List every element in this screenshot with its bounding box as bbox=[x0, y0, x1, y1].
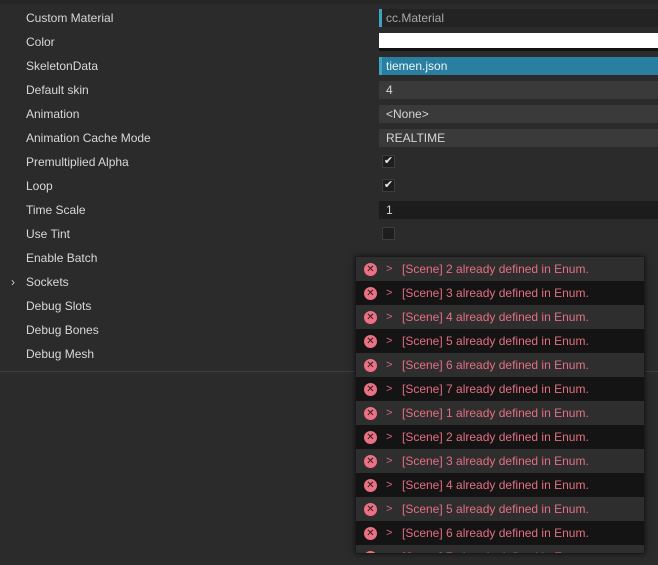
prop-label: Debug Bones bbox=[26, 323, 99, 337]
error-icon: ✕ bbox=[364, 527, 377, 540]
log-message: [Scene] 3 already defined in Enum. bbox=[402, 286, 589, 300]
prop-label: Time Scale bbox=[26, 203, 86, 217]
skeleton-data-asset-field[interactable]: tiemen.json bbox=[379, 57, 658, 75]
prop-premultiplied-alpha: Premultiplied Alpha ✔ bbox=[0, 150, 658, 174]
log-message: [Scene] 7 already defined in Enum. bbox=[402, 382, 589, 396]
console-log-entry[interactable]: ✕ > [Scene] 1 already defined in Enum. bbox=[356, 401, 644, 425]
expand-chevron-icon[interactable]: > bbox=[386, 545, 392, 553]
error-icon: ✕ bbox=[364, 503, 377, 516]
console-log-entry[interactable]: ✕ > [Scene] 7 already defined in Enum. bbox=[356, 545, 644, 553]
console-log-entry[interactable]: ✕ > [Scene] 2 already defined in Enum. bbox=[356, 425, 644, 449]
log-message: [Scene] 5 already defined in Enum. bbox=[402, 502, 589, 516]
console-log-entry[interactable]: ✕ > [Scene] 5 already defined in Enum. bbox=[356, 329, 644, 353]
error-icon: ✕ bbox=[364, 311, 377, 324]
console-log-entry[interactable]: ✕ > [Scene] 5 already defined in Enum. bbox=[356, 497, 644, 521]
error-icon: ✕ bbox=[364, 407, 377, 420]
console-log-list: ✕ > [Scene] 2 already defined in Enum. ✕ > [S… bbox=[356, 257, 644, 553]
prop-animation: Animation <None> bbox=[0, 102, 658, 126]
error-icon: ✕ bbox=[364, 455, 377, 468]
loop-checkbox[interactable]: ✔ bbox=[382, 179, 395, 192]
prop-label: Animation Cache Mode bbox=[26, 131, 151, 145]
animation-select[interactable]: <None> bbox=[379, 105, 658, 123]
error-icon: ✕ bbox=[364, 335, 377, 348]
error-icon: ✕ bbox=[364, 551, 377, 553]
use-tint-checkbox[interactable] bbox=[382, 227, 395, 240]
prop-label: Enable Batch bbox=[26, 251, 98, 265]
expand-chevron-icon[interactable]: > bbox=[386, 401, 392, 425]
prop-animation-cache-mode: Animation Cache Mode REALTIME bbox=[0, 126, 658, 150]
prop-label: Debug Slots bbox=[26, 299, 92, 313]
expand-chevron-icon[interactable]: > bbox=[386, 281, 392, 305]
console-log-entry[interactable]: ✕ > [Scene] 7 already defined in Enum. bbox=[356, 377, 644, 401]
console-log-entry[interactable]: ✕ > [Scene] 3 already defined in Enum. bbox=[356, 281, 644, 305]
prop-label: Use Tint bbox=[26, 227, 71, 241]
time-scale-input[interactable]: 1 bbox=[379, 201, 658, 219]
prop-label: Sockets bbox=[26, 275, 69, 289]
color-picker-field[interactable] bbox=[379, 33, 658, 51]
expand-chevron-icon[interactable]: > bbox=[386, 353, 392, 377]
expand-chevron-icon[interactable]: > bbox=[386, 497, 392, 521]
expand-arrow-icon[interactable]: › bbox=[11, 270, 15, 294]
log-message: [Scene] 2 already defined in Enum. bbox=[402, 262, 589, 276]
prop-default-skin: Default skin 4 bbox=[0, 78, 658, 102]
log-message: [Scene] 7 already defined in Enum. bbox=[402, 545, 589, 553]
prop-skeleton-data: SkeletonData tiemen.json bbox=[0, 54, 658, 78]
console-log-entry[interactable]: ✕ > [Scene] 2 already defined in Enum. bbox=[356, 257, 644, 281]
prop-label: Color bbox=[26, 35, 55, 49]
error-icon: ✕ bbox=[364, 383, 377, 396]
expand-chevron-icon[interactable]: > bbox=[386, 449, 392, 473]
prop-time-scale: Time Scale 1 bbox=[0, 198, 658, 222]
prop-label: Default skin bbox=[26, 83, 89, 97]
log-message: [Scene] 4 already defined in Enum. bbox=[402, 478, 589, 492]
error-icon: ✕ bbox=[364, 431, 377, 444]
expand-chevron-icon[interactable]: > bbox=[386, 305, 392, 329]
log-message: [Scene] 6 already defined in Enum. bbox=[402, 526, 589, 540]
expand-chevron-icon[interactable]: > bbox=[386, 425, 392, 449]
prop-label: Debug Mesh bbox=[26, 347, 95, 361]
custom-material-asset-field[interactable]: cc.Material bbox=[379, 9, 658, 27]
expand-chevron-icon[interactable]: > bbox=[386, 329, 392, 353]
expand-chevron-icon[interactable]: > bbox=[386, 257, 392, 281]
log-message: [Scene] 6 already defined in Enum. bbox=[402, 358, 589, 372]
top-border bbox=[0, 0, 658, 4]
premultiplied-alpha-checkbox[interactable]: ✔ bbox=[382, 155, 395, 168]
error-icon: ✕ bbox=[364, 287, 377, 300]
console-log-entry[interactable]: ✕ > [Scene] 6 already defined in Enum. bbox=[356, 521, 644, 545]
log-message: [Scene] 3 already defined in Enum. bbox=[402, 454, 589, 468]
console-log-entry[interactable]: ✕ > [Scene] 6 already defined in Enum. bbox=[356, 353, 644, 377]
log-message: [Scene] 5 already defined in Enum. bbox=[402, 334, 589, 348]
console-error-popup[interactable]: ✕ > [Scene] 2 already defined in Enum. ✕ > [S… bbox=[355, 256, 645, 554]
prop-label: Premultiplied Alpha bbox=[26, 155, 129, 169]
console-log-entry[interactable]: ✕ > [Scene] 4 already defined in Enum. bbox=[356, 305, 644, 329]
prop-label: SkeletonData bbox=[26, 59, 99, 73]
error-icon: ✕ bbox=[364, 263, 377, 276]
log-message: [Scene] 4 already defined in Enum. bbox=[402, 310, 589, 324]
console-log-entry[interactable]: ✕ > [Scene] 4 already defined in Enum. bbox=[356, 473, 644, 497]
prop-color: Color bbox=[0, 30, 658, 54]
prop-label: Animation bbox=[26, 107, 80, 121]
error-icon: ✕ bbox=[364, 359, 377, 372]
error-icon: ✕ bbox=[364, 479, 377, 492]
prop-label: Loop bbox=[26, 179, 53, 193]
default-skin-select[interactable]: 4 bbox=[379, 81, 658, 99]
animation-cache-mode-select[interactable]: REALTIME bbox=[379, 129, 658, 147]
prop-custom-material: Custom Material cc.Material bbox=[0, 6, 658, 30]
log-message: [Scene] 2 already defined in Enum. bbox=[402, 430, 589, 444]
expand-chevron-icon[interactable]: > bbox=[386, 473, 392, 497]
expand-chevron-icon[interactable]: > bbox=[386, 521, 392, 545]
console-log-entry[interactable]: ✕ > [Scene] 3 already defined in Enum. bbox=[356, 449, 644, 473]
prop-label: Custom Material bbox=[26, 11, 114, 25]
expand-chevron-icon[interactable]: > bbox=[386, 377, 392, 401]
prop-loop: Loop ✔ bbox=[0, 174, 658, 198]
prop-use-tint: Use Tint bbox=[0, 222, 658, 246]
log-message: [Scene] 1 already defined in Enum. bbox=[402, 406, 589, 420]
